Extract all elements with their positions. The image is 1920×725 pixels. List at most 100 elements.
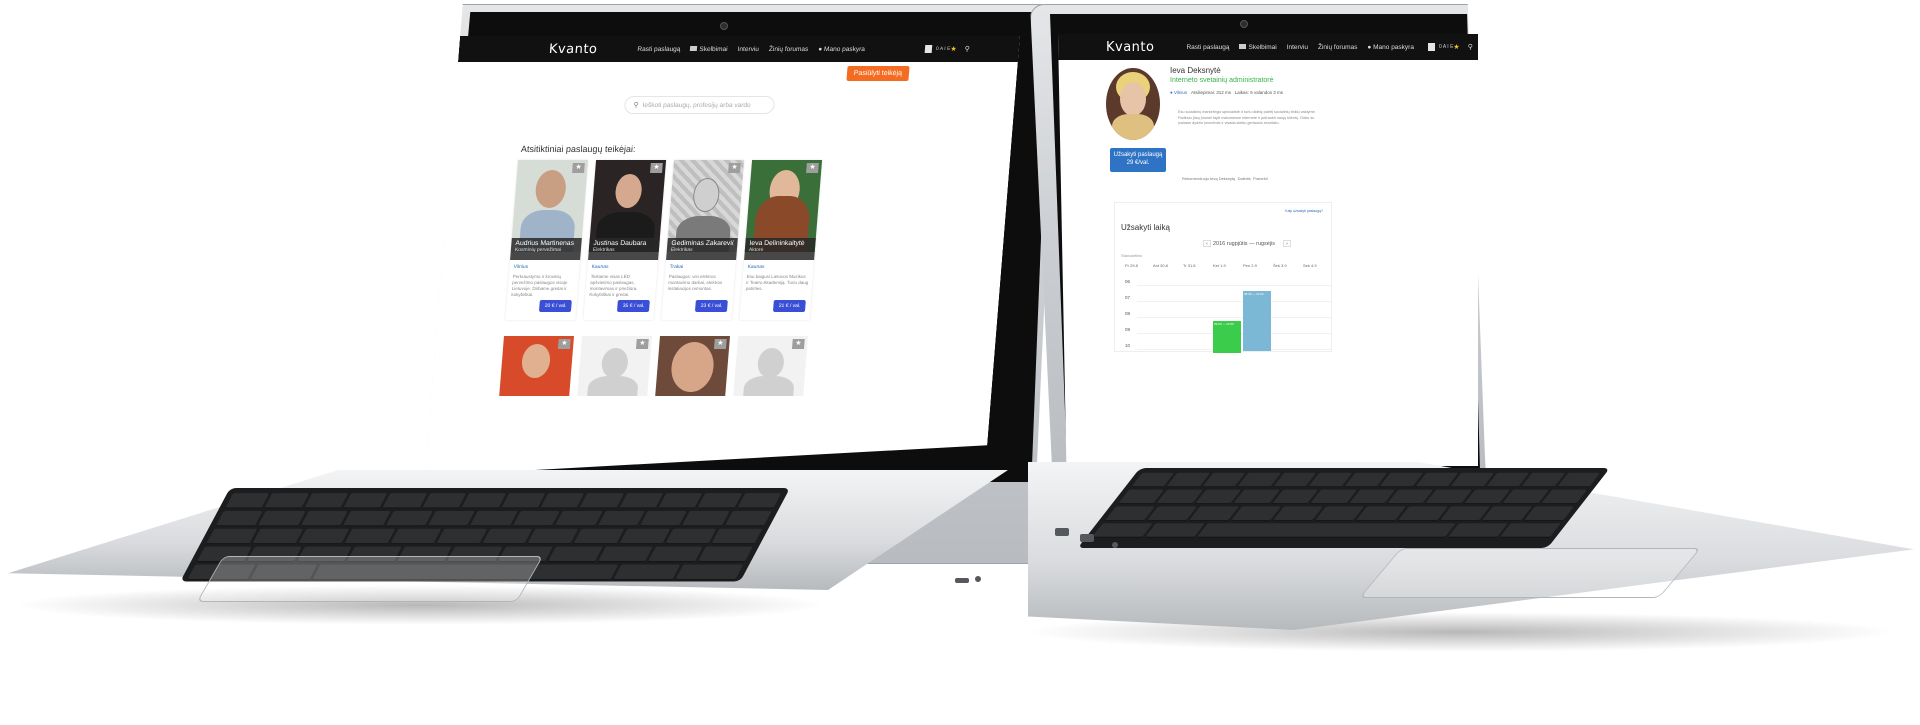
provider-price-button[interactable]: 23 € / val.	[695, 300, 728, 312]
provider-city: Kaunas	[747, 264, 765, 270]
left-laptop-screen: Kvanto Rasti paslaugą Skelbimai Interviu…	[425, 36, 1020, 476]
provider-role: Aktorė	[748, 247, 764, 253]
provider-city: Trakai	[669, 264, 684, 270]
user-icon: ●	[1367, 43, 1372, 51]
provider-name: Audrius Martinenas	[515, 240, 575, 247]
favorite-star-icon[interactable]: ★	[714, 339, 727, 349]
provider-price-button[interactable]: 20 € / val.	[539, 300, 572, 312]
provider-name: Justinas Daubara	[593, 240, 647, 247]
how-to-book-link[interactable]: Kaip užsakyti paslaugą?	[1285, 209, 1323, 213]
provider-name: Ieva Delininkaitytė	[749, 240, 805, 247]
profile-experience: Atsiliepimai: 312 ms	[1190, 90, 1231, 95]
right-notification-counter[interactable]: 0 A I E	[1439, 44, 1453, 50]
right-headphone-port	[1112, 542, 1118, 548]
provider-price-button[interactable]: 21 € / val.	[773, 300, 806, 312]
service-search-input[interactable]: ⚲ Ieškoti paslaugų, profesijų arba vardo	[624, 96, 775, 114]
favorite-star-icon[interactable]: ★	[558, 339, 571, 349]
right-webcam-icon	[1240, 20, 1248, 28]
provider-caption: Ieva Delininkaitytė Aktorė	[744, 238, 816, 260]
left-top-navbar: Kvanto Rasti paslaugą Skelbimai Interviu…	[458, 36, 1020, 62]
provider-card-partial[interactable]: ★	[499, 336, 574, 396]
left-search-icon[interactable]: ⚲	[964, 45, 970, 53]
provider-card-partial[interactable]: ★	[655, 336, 730, 396]
calendar-event[interactable]: 08:00 — 11:00	[1243, 291, 1271, 351]
right-usb-port	[1055, 528, 1069, 536]
calendar-hour: 07	[1125, 295, 1131, 300]
calendar-event[interactable]: 09:00 — 12:00	[1213, 321, 1241, 353]
favorite-star-icon[interactable]: ★	[636, 339, 649, 349]
right-language-flag-icon[interactable]	[1427, 43, 1435, 51]
provider-description: Perkraustymo ir krovinių pervežimo pasla…	[511, 274, 568, 297]
calendar-day-header: Ant 30.8	[1153, 263, 1168, 268]
right-nav-find-service[interactable]: Rasti paslaugą	[1186, 44, 1229, 51]
right-search-icon[interactable]: ⚲	[1468, 43, 1473, 51]
left-nav-ads[interactable]: Skelbimai	[690, 46, 728, 53]
favorite-star-icon[interactable]: ★	[792, 339, 805, 349]
calendar-prev-button[interactable]: ‹	[1203, 240, 1211, 247]
calendar-hour: 10	[1125, 343, 1131, 348]
right-laptop-screen: Kvanto Rasti paslaugą Skelbimai Interviu…	[1058, 34, 1478, 466]
favorite-star-icon[interactable]: ★	[806, 163, 819, 173]
provider-card-partial[interactable]: ★	[733, 336, 808, 396]
share-link[interactable]: Dalintis	[1238, 176, 1251, 181]
book-service-button[interactable]: Užsakyti paslaugą 29 €/val.	[1110, 148, 1166, 172]
right-nav-forum[interactable]: Žinių forumas	[1318, 44, 1357, 51]
search-placeholder: Ieškoti paslaugų, profesijų arba vardo	[642, 101, 751, 109]
recommend-link[interactable]: Rekomenduoju Ievą Deksnytę	[1182, 176, 1235, 181]
provider-role: Elektrikas	[670, 247, 693, 253]
provider-card[interactable]: ★ Gediminas Zakarevičius Elektrikas Trak…	[661, 160, 744, 320]
right-trackpad	[1359, 548, 1701, 598]
left-trackpad	[196, 556, 544, 602]
provider-card[interactable]: ★ Justinas Daubara Elektrikas Kaunas Tei…	[583, 160, 666, 320]
left-notification-counter[interactable]: 0 A I E	[936, 46, 951, 52]
report-link[interactable]: Pranešti	[1253, 176, 1268, 181]
provider-description: Teikiame visas LED apšvietimo paslaugas,…	[589, 274, 638, 297]
favorite-star-icon[interactable]: ★	[572, 163, 585, 173]
provider-price-button[interactable]: 35 € / val.	[617, 300, 650, 312]
calendar-timezone: Standartinis	[1121, 253, 1143, 258]
calendar-day-header: Šeš 3.9	[1273, 263, 1287, 268]
user-icon: ●	[818, 45, 823, 53]
right-nav-interview[interactable]: Interviu	[1287, 44, 1308, 51]
left-headphone-port	[975, 576, 981, 582]
left-nav-forum[interactable]: Žinių forumas	[769, 46, 809, 53]
provider-card-partial[interactable]: ★	[577, 336, 652, 396]
right-star-icon: ★	[1453, 44, 1460, 51]
left-nav-find-service[interactable]: Rasti paslaugą	[637, 46, 681, 53]
left-language-flag-icon[interactable]	[925, 45, 933, 53]
calendar-day-header: Ket 1.9	[1213, 263, 1226, 268]
provider-caption: Justinas Daubara Elektrikas	[588, 238, 660, 260]
provider-description: Esu baigusi Lietuvos Muzikos ir Teatro A…	[745, 274, 809, 291]
left-nav-interview[interactable]: Interviu	[737, 46, 759, 53]
provider-city: Kaunas	[591, 264, 609, 270]
ads-icon	[690, 46, 697, 51]
provider-description: Paslaugos: visi elektros montavimo darba…	[667, 274, 723, 291]
right-keyboard	[1077, 468, 1610, 548]
offer-provider-button[interactable]: Pasiūlyti teikėją	[846, 66, 909, 81]
calendar-day-header: Pen 2.9	[1243, 263, 1257, 268]
profile-bio: Esu socialinių marketingo specialistė ir…	[1178, 110, 1316, 125]
provider-name: Gediminas Zakarevičius	[671, 240, 734, 247]
search-icon: ⚲	[633, 102, 639, 109]
right-nav-account[interactable]: ● Mano paskyra	[1367, 44, 1414, 51]
profile-share-links: Rekomenduoju Ievą Deksnytę Dalintis Pran…	[1182, 176, 1268, 181]
right-nav-ads[interactable]: Skelbimai	[1239, 44, 1277, 51]
calendar-next-button[interactable]: ›	[1283, 240, 1291, 247]
left-nav-account[interactable]: ● Mano paskyra	[818, 46, 865, 53]
location-pin-icon: ●	[1170, 90, 1173, 95]
profile-role: Interneto svetainių administratorė	[1170, 77, 1274, 84]
profile-city[interactable]: Vilnius	[1174, 90, 1187, 95]
profile-name: Ieva Deksnytė	[1170, 66, 1221, 75]
favorite-star-icon[interactable]: ★	[650, 163, 663, 173]
provider-card[interactable]: ★ Audrius Martinenas Kosminių pervežimai…	[505, 160, 588, 320]
calendar-month-label: 2016 rugpjūtis — rugsėjis	[1213, 241, 1276, 247]
left-logo[interactable]: Kvanto	[548, 42, 598, 57]
calendar-day-header: Tr 31.8	[1183, 263, 1196, 268]
provider-card[interactable]: ★ Ieva Delininkaitytė Aktorė Kaunas Esu …	[739, 160, 822, 320]
provider-caption: Audrius Martinenas Kosminių pervežimai	[510, 238, 582, 260]
calendar-day-header: Sek 4.9	[1303, 263, 1317, 268]
right-logo[interactable]: Kvanto	[1106, 40, 1154, 55]
favorite-star-icon[interactable]: ★	[728, 163, 741, 173]
calendar-hour: 08	[1125, 311, 1131, 316]
calendar-hour: 09	[1125, 327, 1131, 332]
